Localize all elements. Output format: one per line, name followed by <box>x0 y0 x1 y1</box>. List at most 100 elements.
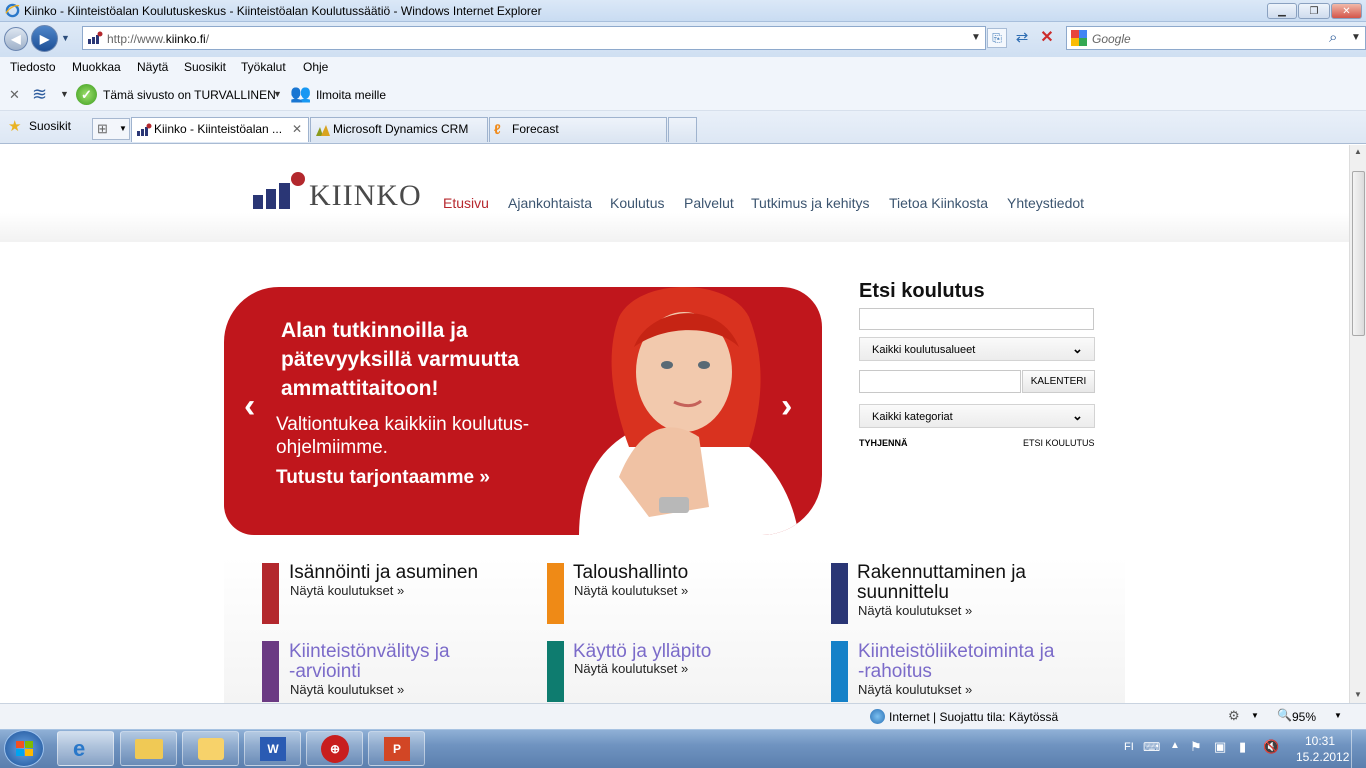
category-link[interactable]: Näytä koulutukset » <box>858 682 972 697</box>
kiinko-favicon-icon <box>137 123 152 136</box>
device-icon[interactable]: ▣ <box>1214 739 1226 755</box>
security-dropdown-icon[interactable]: ▼ <box>273 89 282 99</box>
report-link[interactable]: Ilmoita meille <box>316 88 386 102</box>
globe-icon <box>870 709 885 724</box>
category-kaytto[interactable]: Käyttö ja ylläpito <box>573 642 711 662</box>
history-dropdown-icon[interactable]: ▼ <box>61 33 70 43</box>
menu-help[interactable]: Ohje <box>303 60 328 74</box>
menu-view[interactable]: Näytä <box>137 60 168 74</box>
date-input[interactable] <box>859 370 1021 393</box>
category-rakennuttaminen[interactable]: Rakennuttaminen ja suunnittelu <box>857 563 1026 603</box>
calendar-button[interactable]: KALENTERI <box>1022 370 1095 393</box>
forecast-favicon-icon: ℓ <box>494 121 501 137</box>
search-dropdown-icon[interactable]: ▼ <box>1351 32 1361 43</box>
taskbar-app[interactable]: ⊕ <box>306 731 363 766</box>
clear-link[interactable]: TYHJENNÄ <box>859 438 908 448</box>
maximize-button[interactable]: ❐ <box>1298 3 1330 19</box>
clock-date[interactable]: 15.2.2012 <box>1296 750 1349 764</box>
protected-dropdown-icon[interactable]: ▼ <box>1251 711 1259 720</box>
compatibility-view-icon[interactable]: ⎘ <box>987 28 1007 48</box>
back-button[interactable]: ◀ <box>4 27 28 51</box>
nav-etusivu[interactable]: Etusivu <box>443 195 489 211</box>
category-link[interactable]: Näytä koulutukset » <box>574 583 688 598</box>
wifi-addon-icon[interactable]: ≋ <box>32 84 47 105</box>
nav-ajankohtaista[interactable]: Ajankohtaista <box>508 195 592 211</box>
site-logo[interactable]: KIINKO <box>252 171 422 213</box>
search-keyword-input[interactable] <box>859 308 1094 330</box>
show-hidden-icons[interactable]: ▲ <box>1170 740 1180 751</box>
close-window-button[interactable]: ✕ <box>1331 3 1362 19</box>
zoom-level[interactable]: 95% <box>1292 710 1316 724</box>
category-isannointi[interactable]: Isännöinti ja asuminen <box>289 563 478 583</box>
clock-time[interactable]: 10:31 <box>1305 734 1335 748</box>
refresh-icon[interactable]: ⇄ <box>1012 28 1032 48</box>
search-bar[interactable]: Google ⌕ ▼ <box>1066 26 1366 50</box>
taskbar-explorer[interactable] <box>120 731 177 766</box>
scroll-thumb[interactable] <box>1352 171 1365 336</box>
area-select[interactable]: Kaikki koulutusalueet ⌄ <box>859 337 1095 361</box>
scroll-down-icon[interactable]: ▼ <box>1354 690 1362 699</box>
tab-list-dropdown-icon[interactable]: ▼ <box>119 124 127 133</box>
banner-person-image <box>559 287 819 535</box>
scroll-up-icon[interactable]: ▲ <box>1354 147 1362 156</box>
hero-banner[interactable]: Alan tutkinnoilla ja pätevyyksillä varmu… <box>224 287 822 535</box>
menu-edit[interactable]: Muokkaa <box>72 60 121 74</box>
search-magnifier-icon[interactable]: ⌕ <box>1329 29 1337 46</box>
category-link[interactable]: Näytä koulutukset » <box>290 682 404 697</box>
vertical-scrollbar[interactable]: ▲ ▼ <box>1349 145 1366 703</box>
banner-cta-link[interactable]: Tutustu tarjontaamme » <box>276 467 490 489</box>
search-submit-link[interactable]: ETSI KOULUTUS <box>1023 438 1095 448</box>
taskbar-powerpoint[interactable]: P <box>368 731 425 766</box>
menu-favorites[interactable]: Suosikit <box>184 60 226 74</box>
volume-muted-icon[interactable]: 🔇 <box>1263 739 1279 755</box>
tab-forecast[interactable]: ℓ Forecast <box>489 117 667 142</box>
zoom-dropdown-icon[interactable]: ▼ <box>1334 711 1342 720</box>
category-select[interactable]: Kaikki kategoriat ⌄ <box>859 404 1095 428</box>
minimize-button[interactable]: ▁ <box>1267 3 1297 19</box>
stop-icon[interactable]: ✕ <box>1037 28 1057 48</box>
menu-file[interactable]: Tiedosto <box>10 60 56 74</box>
language-indicator[interactable]: FI <box>1124 741 1134 753</box>
category-link[interactable]: Näytä koulutukset » <box>858 603 972 618</box>
banner-next-arrow-icon[interactable]: › <box>781 387 792 426</box>
category-kiinteistoliiketoiminta[interactable]: Kiinteistöliiketoiminta ja -rahoitus <box>858 642 1054 682</box>
banner-prev-arrow-icon[interactable]: ‹ <box>244 387 255 426</box>
forward-button[interactable]: ▶ <box>31 25 58 52</box>
taskbar-outlook[interactable] <box>182 731 239 766</box>
nav-palvelut[interactable]: Palvelut <box>684 195 734 211</box>
address-dropdown-icon[interactable]: ▼ <box>971 32 981 43</box>
logo-bars-icon <box>253 172 305 209</box>
address-bar[interactable]: http://www.kiinko.fi/ ▼ <box>82 26 986 50</box>
category-kiinteistonvalitys[interactable]: Kiinteistönvälitys ja -arviointi <box>289 642 450 682</box>
quick-tabs-button[interactable]: ⊞ ▼ <box>92 118 130 140</box>
category-link[interactable]: Näytä koulutukset » <box>290 583 404 598</box>
tab-dynamics-crm[interactable]: Microsoft Dynamics CRM <box>310 117 488 142</box>
keyboard-icon[interactable]: ⌨ <box>1143 740 1160 754</box>
nav-koulutus[interactable]: Koulutus <box>610 195 664 211</box>
new-tab-button[interactable] <box>668 117 697 142</box>
category-color-bar <box>547 563 564 624</box>
nav-yhteystiedot[interactable]: Yhteystiedot <box>1007 195 1084 211</box>
category-title-line-2: -arviointi <box>289 661 361 682</box>
security-status[interactable]: Tämä sivusto on TURVALLINEN <box>103 88 276 102</box>
category-taloushallinto[interactable]: Taloushallinto <box>573 563 688 583</box>
taskbar-ie[interactable]: e <box>57 731 114 766</box>
protected-mode-icon[interactable]: ⚙ <box>1228 708 1240 724</box>
close-toolbar-icon[interactable]: ✕ <box>9 87 20 103</box>
addon-dropdown-icon[interactable]: ▼ <box>60 89 69 99</box>
category-link[interactable]: Näytä koulutukset » <box>574 661 688 676</box>
start-button[interactable] <box>4 730 44 767</box>
nav-tietoa[interactable]: Tietoa Kiinkosta <box>889 195 988 211</box>
favorites-button[interactable]: Suosikit <box>29 119 71 133</box>
taskbar-word[interactable]: W <box>244 731 301 766</box>
nav-tutkimus[interactable]: Tutkimus ja kehitys <box>751 195 870 211</box>
close-tab-icon[interactable]: ✕ <box>292 122 302 136</box>
show-desktop-button[interactable] <box>1351 730 1366 768</box>
network-icon[interactable]: ▮ <box>1239 739 1246 755</box>
tab-kiinko[interactable]: Kiinko - Kiinteistöalan ... ✕ <box>131 117 309 142</box>
action-center-flag-icon[interactable]: ⚑ <box>1190 739 1202 755</box>
favorites-star-icon[interactable]: ★ <box>8 117 21 135</box>
window-title: Kiinko - Kiinteistöalan Koulutuskeskus -… <box>24 4 542 18</box>
menu-tools[interactable]: Työkalut <box>241 60 286 74</box>
security-zone[interactable]: Internet | Suojattu tila: Käytössä <box>889 710 1058 724</box>
